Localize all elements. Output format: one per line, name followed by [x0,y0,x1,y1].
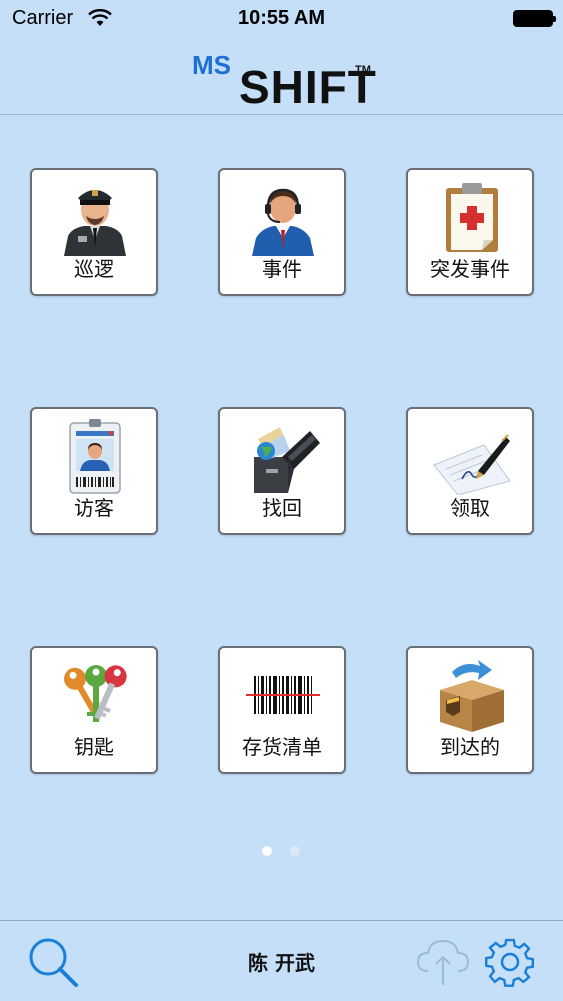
tile-label: 事件 [262,257,302,281]
tile-arrival[interactable]: 到达的 [406,646,534,774]
tile-label: 领取 [450,496,490,520]
security-guard-icon [64,190,126,256]
tile-label: 巡逻 [74,257,114,281]
tile-patrol[interactable]: 巡逻 [30,168,158,296]
tile-label: 存货清单 [242,735,322,759]
page-indicator[interactable] [0,846,563,858]
tile-lost-found[interactable]: 找回 [218,407,346,535]
battery-icon [513,10,556,27]
keys-icon [64,665,127,722]
pen-signature-icon [433,434,510,495]
visitor-badge-icon [69,419,121,494]
status-bar: Carrier 10:55 AM [0,0,563,38]
operator-headset-icon [252,188,314,256]
bottom-toolbar: 陈 开武 [0,920,563,1001]
page-dot-active[interactable] [262,846,272,856]
page-dot[interactable] [290,846,300,856]
tile-label: 找回 [262,496,302,520]
tile-incident[interactable]: 事件 [218,168,346,296]
app-header: MS SHIFT TM [0,38,563,115]
logo-trademark: TM [355,64,371,76]
tile-visitor[interactable]: 访客 [30,407,158,535]
clock: 10:55 AM [237,7,326,29]
tile-emergency[interactable]: 突发事件 [406,168,534,296]
app-logo: MS SHIFT TM [192,48,382,113]
tile-label: 钥匙 [74,735,114,759]
gear-icon[interactable] [482,933,538,989]
logo-ms: MS [192,50,231,80]
clipboard-medical-icon [446,183,498,252]
tile-inventory[interactable]: 存货清单 [218,646,346,774]
cloud-upload-icon[interactable] [414,935,472,987]
tile-label: 突发事件 [430,257,510,281]
package-arrival-icon [440,660,504,732]
tile-keys[interactable]: 钥匙 [30,646,158,774]
tile-label: 访客 [74,496,114,520]
barcode-icon [246,670,320,720]
tile-label: 到达的 [440,735,500,759]
user-name: 陈 开武 [248,951,315,975]
tile-claim[interactable]: 领取 [406,407,534,535]
lost-and-found-box-icon [254,427,320,493]
